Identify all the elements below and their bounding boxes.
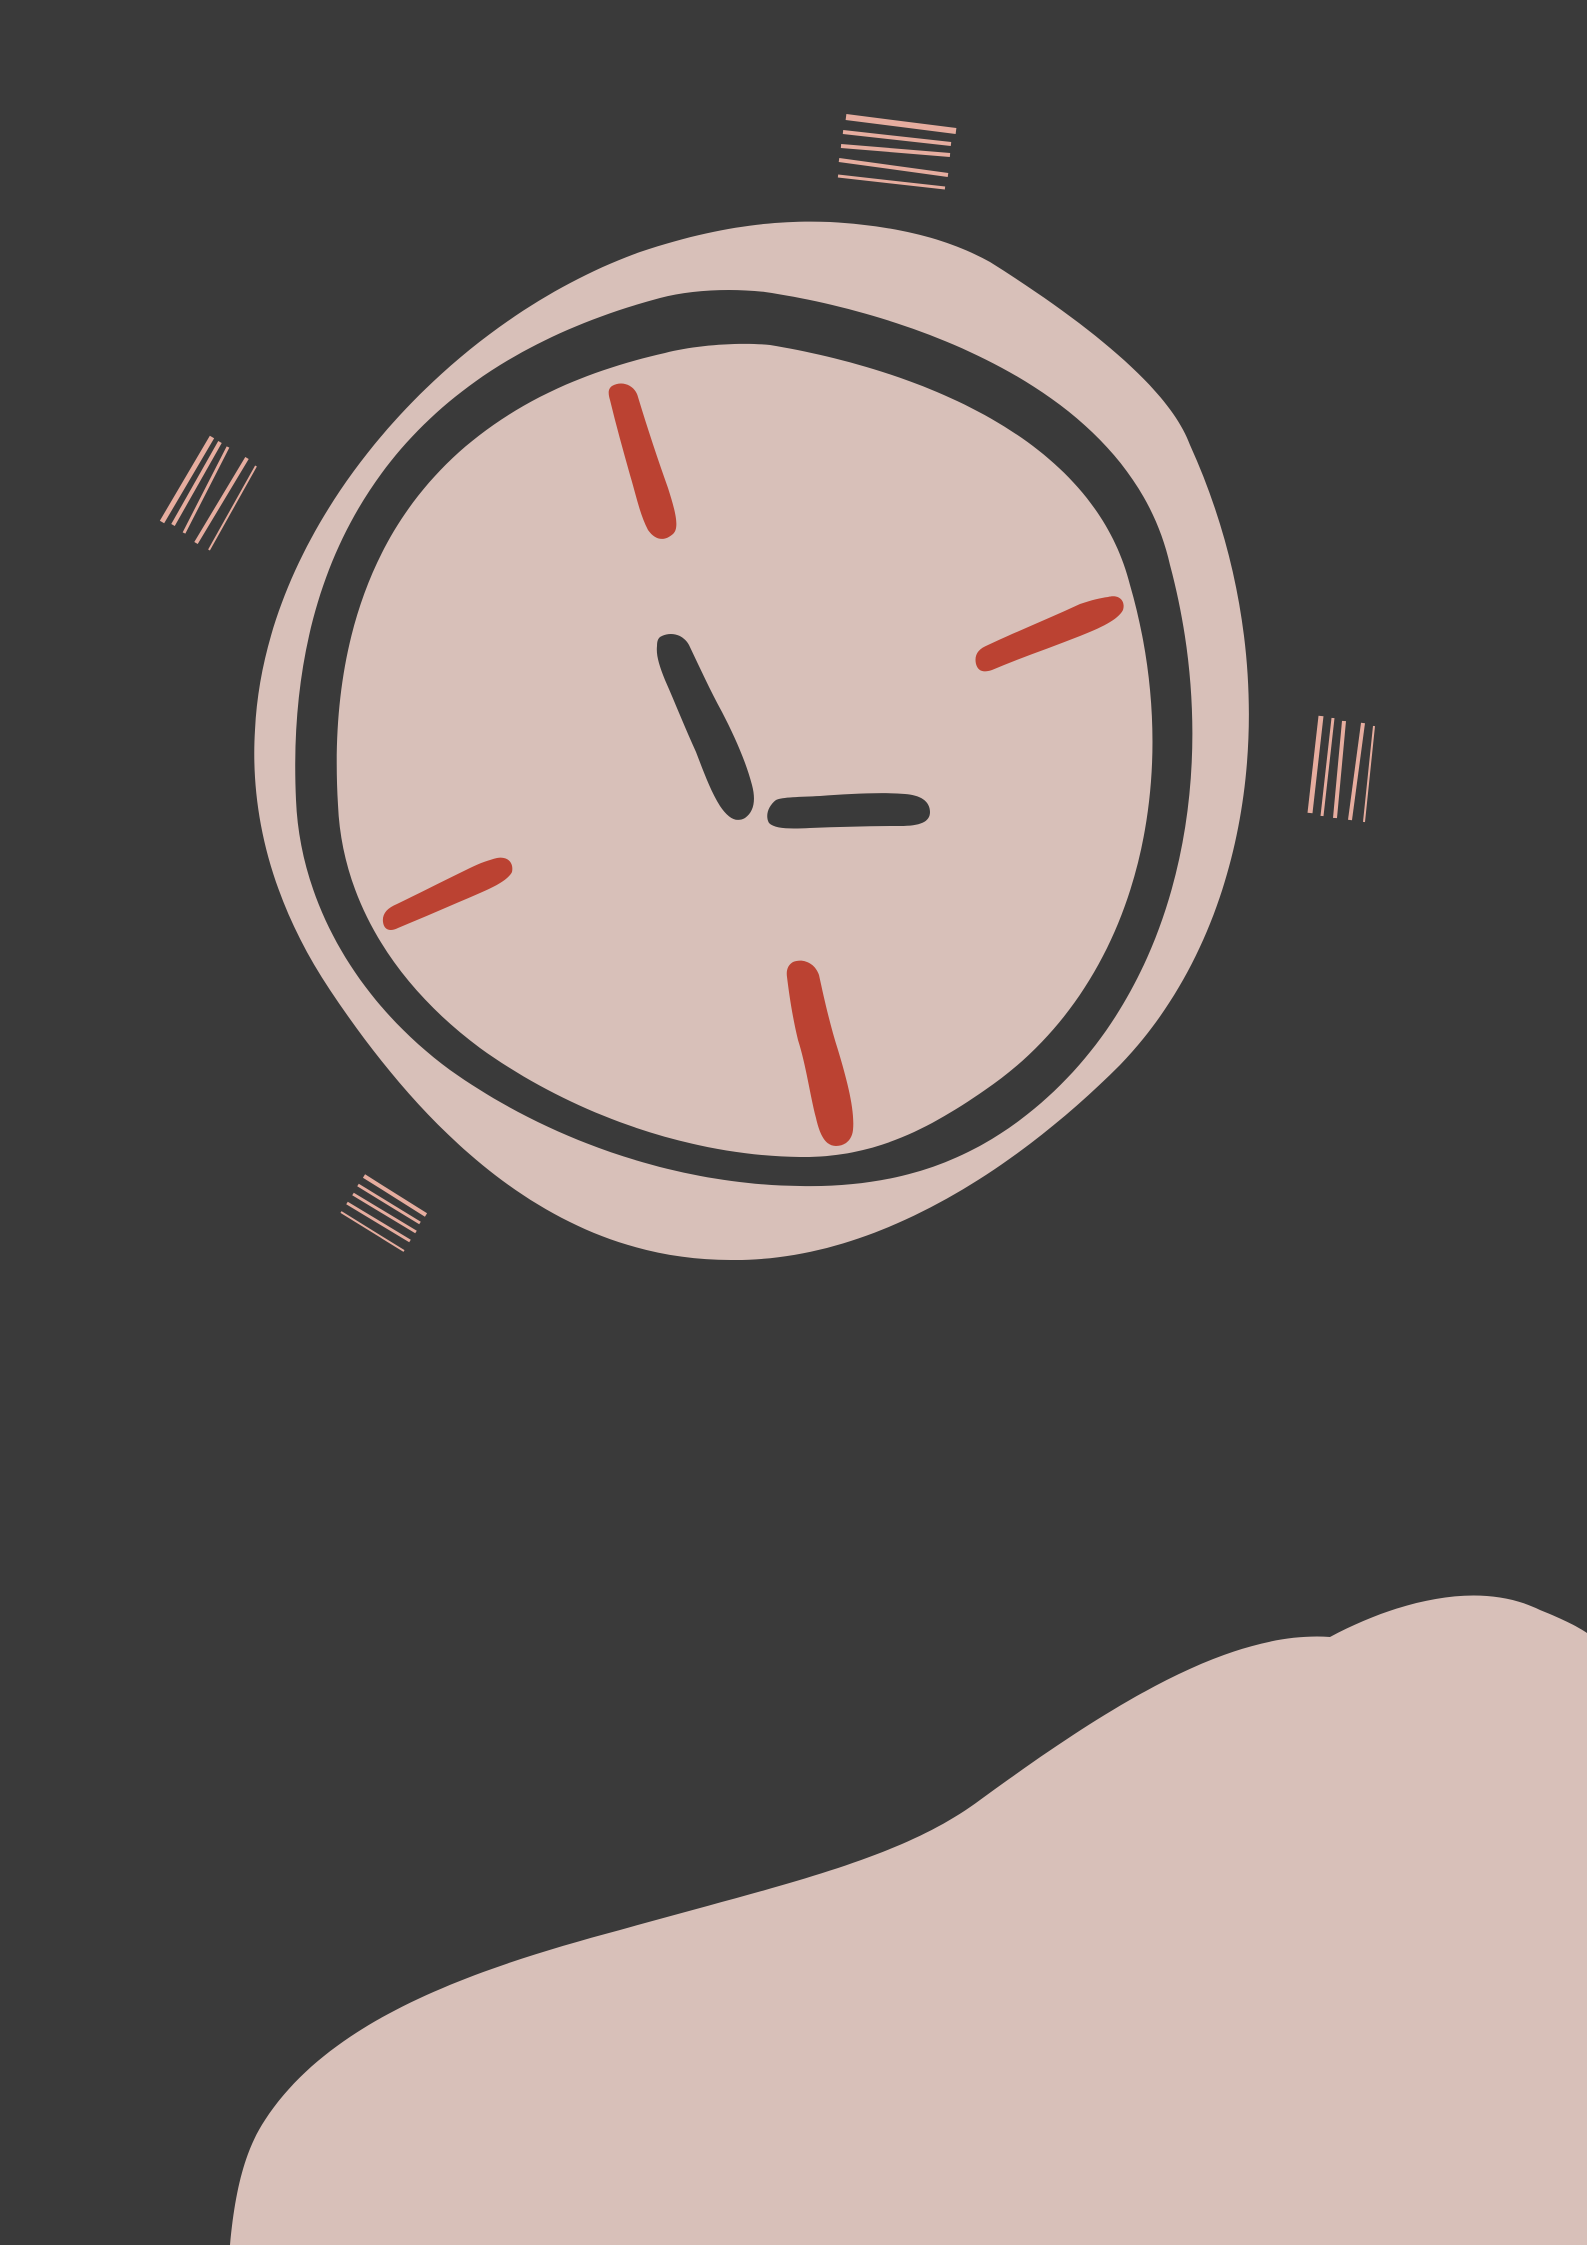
poster-artwork	[0, 0, 1587, 2245]
clock-minute-hand	[767, 793, 930, 829]
